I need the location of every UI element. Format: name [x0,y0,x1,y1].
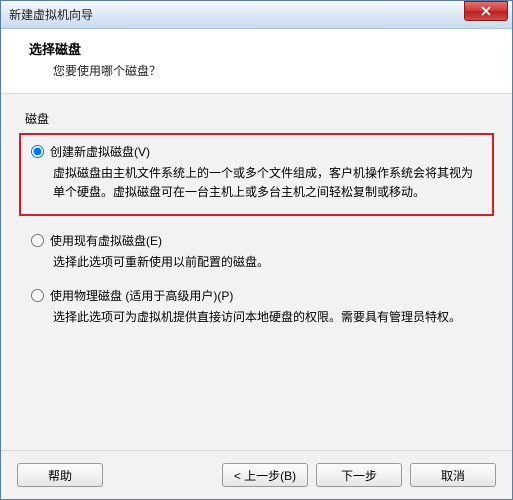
window-title: 新建虚拟机向导 [9,6,464,23]
next-button[interactable]: 下一步 [316,463,402,487]
option-physical-disk[interactable]: 使用物理磁盘 (适用于高级用户)(P) [31,287,484,304]
close-icon [481,6,491,16]
titlebar: 新建虚拟机向导 [1,1,512,29]
option-existing-label: 使用现有虚拟磁盘(E) [50,232,162,249]
radio-physical[interactable] [31,289,44,302]
option-existing-block: 使用现有虚拟磁盘(E) 选择此选项可重新使用以前配置的磁盘。 [19,228,494,282]
wizard-header: 选择磁盘 您要使用哪个磁盘？ [1,29,512,94]
section-label: 磁盘 [25,110,494,127]
option-create-desc: 虚拟磁盘由主机文件系统上的一个或多个文件组成，客户机操作系统会将其视为单个硬盘。… [53,164,482,202]
option-physical-desc: 选择此选项可为虚拟机提供直接访问本地硬盘的权限。需要具有管理员特权。 [53,308,484,327]
radio-existing[interactable] [31,234,44,247]
radio-create[interactable] [31,145,44,158]
wizard-window: 新建虚拟机向导 选择磁盘 您要使用哪个磁盘？ 磁盘 创建新虚拟磁盘(V) 虚拟磁… [0,0,513,500]
option-create-disk[interactable]: 创建新虚拟磁盘(V) [31,143,482,160]
content-area: 磁盘 创建新虚拟磁盘(V) 虚拟磁盘由主机文件系统上的一个或多个文件组成，客户机… [1,94,512,450]
cancel-button[interactable]: 取消 [410,463,496,487]
page-subtitle: 您要使用哪个磁盘？ [53,62,492,79]
wizard-footer: 帮助 < 上一步(B) 下一步 取消 [1,450,512,499]
page-title: 选择磁盘 [29,39,492,58]
help-button[interactable]: 帮助 [17,463,103,487]
option-physical-block: 使用物理磁盘 (适用于高级用户)(P) 选择此选项可为虚拟机提供直接访问本地硬盘… [19,283,494,337]
option-create-label: 创建新虚拟磁盘(V) [50,143,150,160]
option-existing-disk[interactable]: 使用现有虚拟磁盘(E) [31,232,484,249]
option-existing-desc: 选择此选项可重新使用以前配置的磁盘。 [53,253,484,272]
back-button[interactable]: < 上一步(B) [222,463,308,487]
close-button[interactable] [464,1,508,21]
highlight-box: 创建新虚拟磁盘(V) 虚拟磁盘由主机文件系统上的一个或多个文件组成，客户机操作系… [19,133,494,216]
option-physical-label: 使用物理磁盘 (适用于高级用户)(P) [50,287,233,304]
